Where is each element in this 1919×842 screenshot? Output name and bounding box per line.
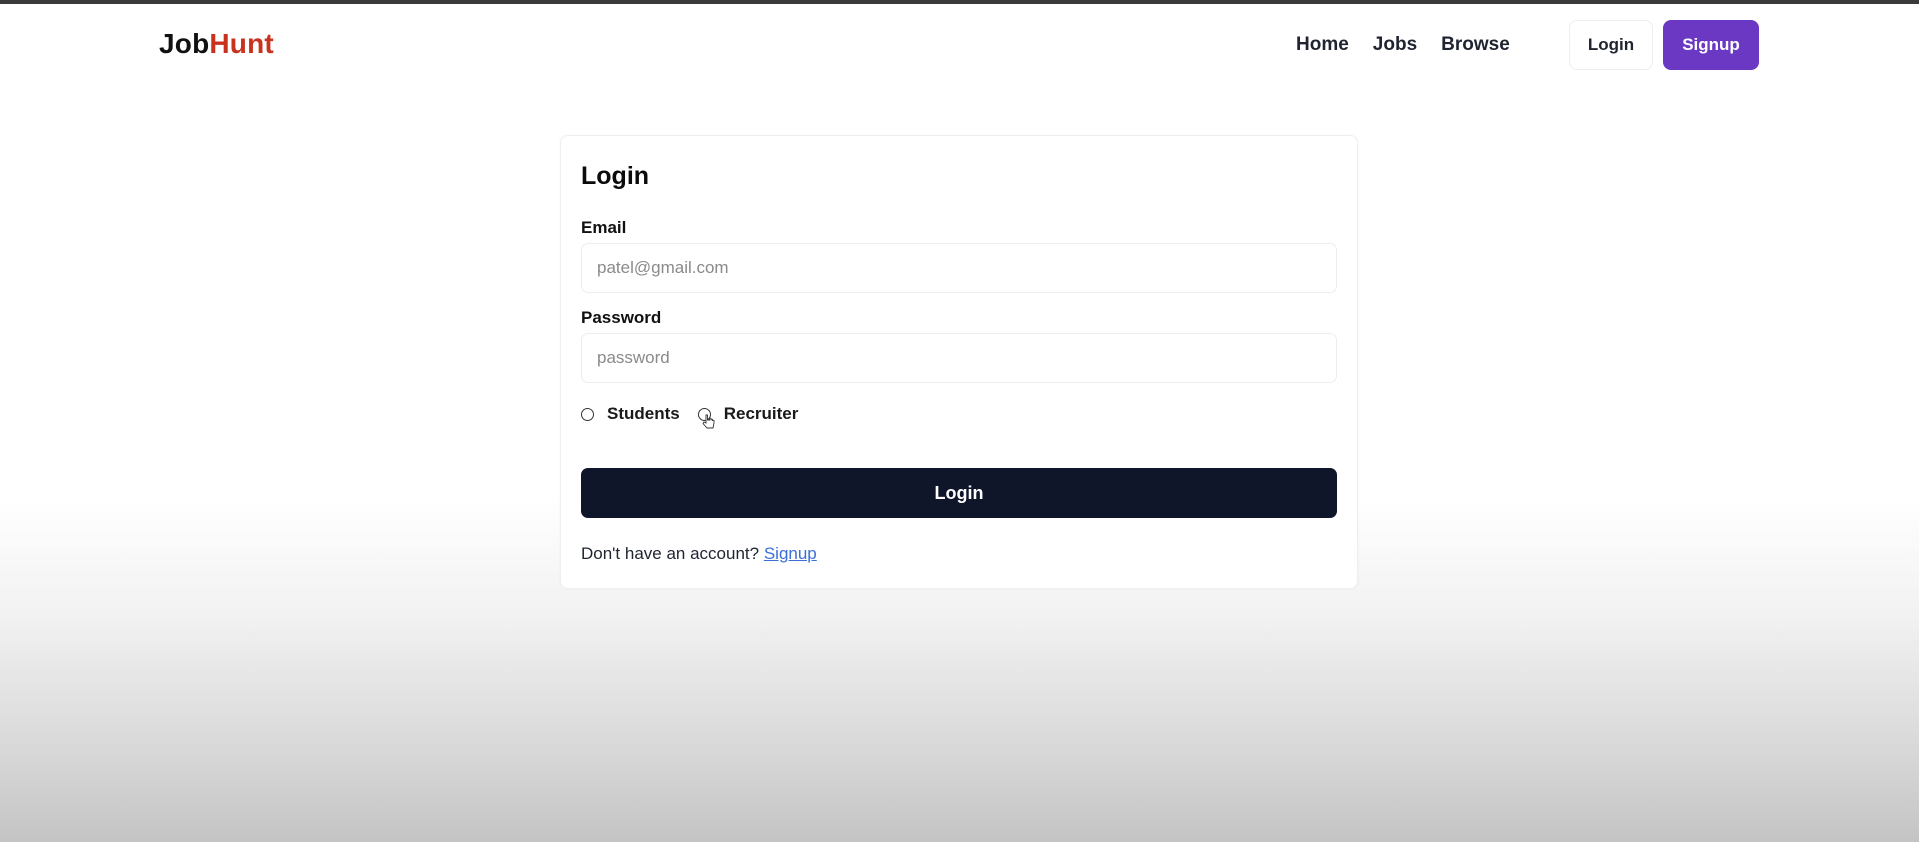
nav-login-button[interactable]: Login — [1569, 20, 1653, 70]
navbar: JobHunt Home Jobs Browse Login Signup — [0, 4, 1919, 84]
role-label-recruiter: Recruiter — [723, 404, 799, 423]
password-input[interactable] — [581, 333, 1337, 383]
nav-signup-button[interactable]: Signup — [1663, 20, 1759, 70]
brand-logo[interactable]: JobHunt — [159, 28, 274, 60]
login-title: Login — [581, 162, 650, 190]
login-submit-button[interactable]: Login — [581, 468, 1337, 518]
radio-circle-icon[interactable] — [581, 407, 594, 421]
brand-logo-part1: Job — [159, 28, 210, 59]
email-input[interactable] — [581, 243, 1337, 293]
brand-logo-part2: Hunt — [209, 28, 274, 59]
role-radio-students[interactable]: Students — [581, 404, 680, 424]
password-label: Password — [581, 308, 662, 327]
nav-link-jobs[interactable]: Jobs — [1373, 34, 1417, 56]
signup-link[interactable]: Signup — [764, 544, 817, 563]
hand-cursor-icon — [702, 414, 715, 429]
role-radio-recruiter[interactable]: Recruiter — [697, 404, 799, 429]
signup-prompt: Don't have an account? Signup — [581, 544, 817, 564]
nav-link-browse[interactable]: Browse — [1441, 34, 1510, 56]
role-label-students: Students — [607, 404, 680, 423]
email-label: Email — [581, 218, 627, 237]
role-radio-group: Students Recruiter — [581, 404, 816, 429]
login-card: Login Email Password Students Recruiter … — [560, 135, 1358, 589]
nav-link-home[interactable]: Home — [1296, 34, 1349, 56]
nav-links: Home Jobs Browse — [1296, 34, 1510, 56]
signup-prompt-text: Don't have an account? — [581, 544, 760, 563]
